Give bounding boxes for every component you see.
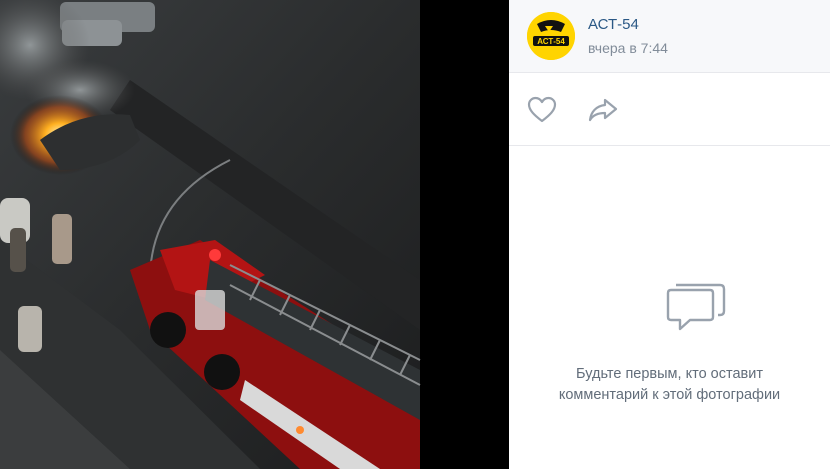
avatar[interactable]: АСТ-54 <box>527 12 575 60</box>
empty-comments-line1: Будьте первым, кто оставит <box>576 366 763 382</box>
empty-comments-text: Будьте первым, кто оставит комментарий к… <box>509 364 830 406</box>
photo-viewer: АСТ-54 АСТ-54 вчера в 7:44 Будьте первым… <box>0 0 830 469</box>
svg-text:АСТ-54: АСТ-54 <box>537 37 565 46</box>
like-button[interactable] <box>527 96 557 124</box>
post-actions <box>509 73 830 146</box>
heart-icon <box>527 96 557 123</box>
post-date[interactable]: вчера в 7:44 <box>588 39 668 57</box>
post-header: АСТ-54 АСТ-54 вчера в 7:44 <box>509 0 830 73</box>
share-arrow-icon <box>588 98 618 122</box>
empty-comments-line2: комментарий к этой фотографии <box>558 387 781 403</box>
community-logo-icon: АСТ-54 <box>527 12 575 60</box>
photo-image <box>0 0 509 469</box>
share-button[interactable] <box>588 98 618 122</box>
author-name[interactable]: АСТ-54 <box>588 16 639 34</box>
photo[interactable] <box>0 0 509 469</box>
comments-icon <box>662 277 728 337</box>
photo-sidebar: АСТ-54 АСТ-54 вчера в 7:44 Будьте первым… <box>509 0 830 469</box>
